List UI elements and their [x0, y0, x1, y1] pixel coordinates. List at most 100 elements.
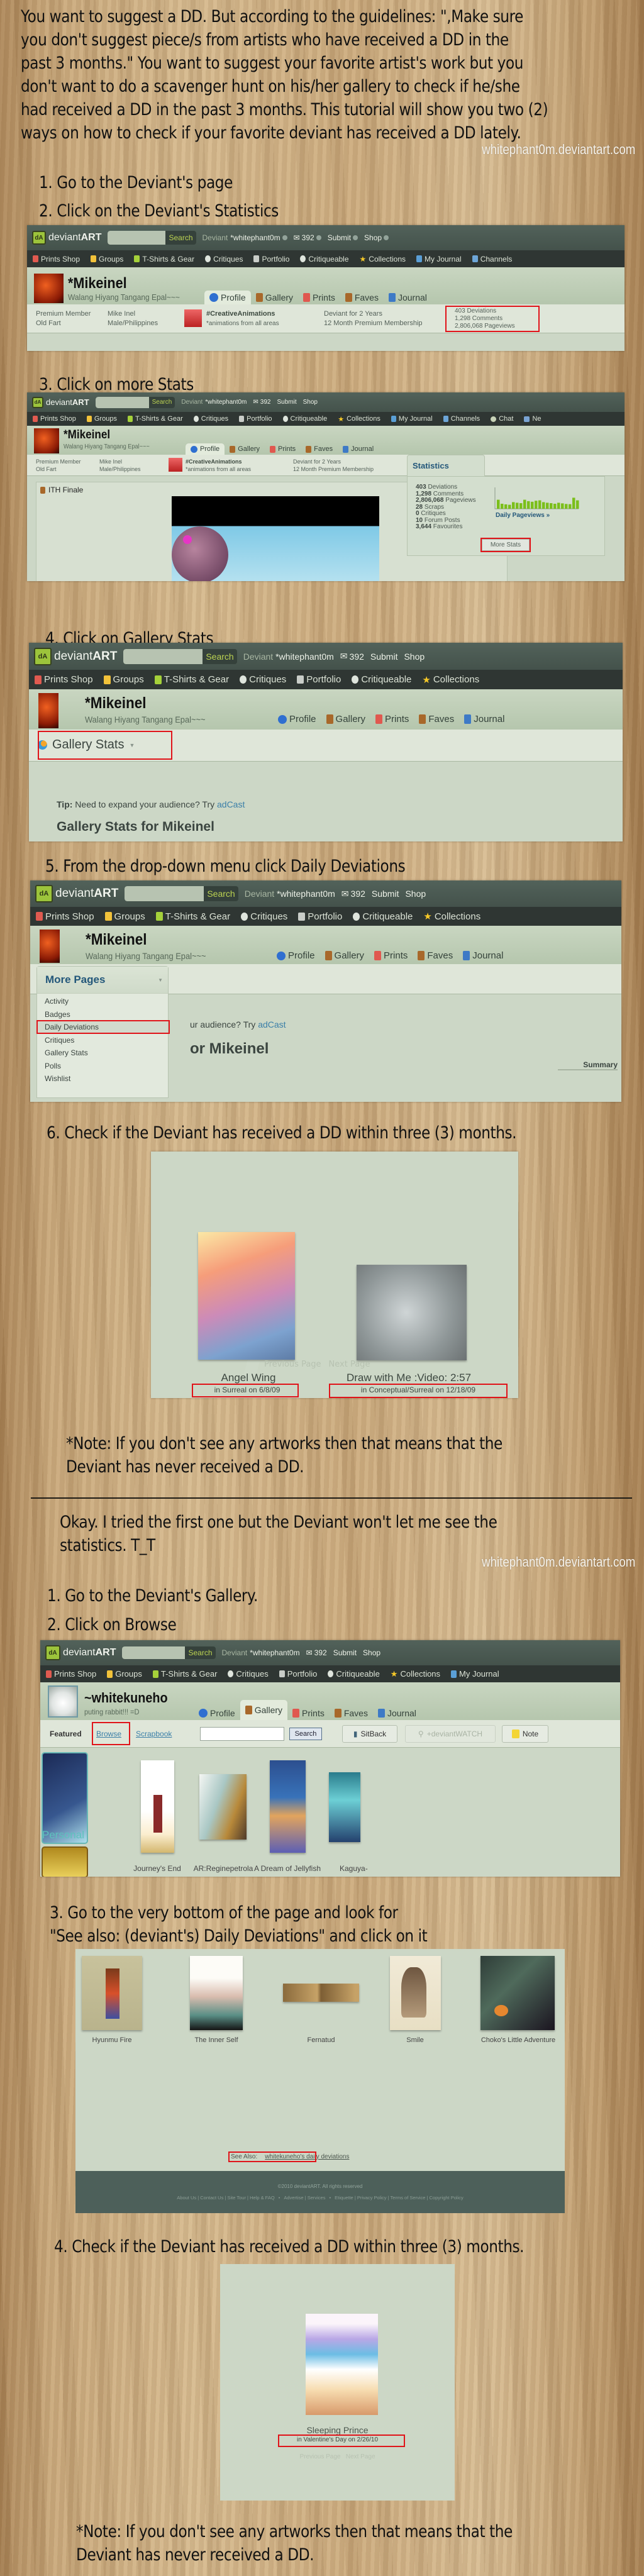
- search-button[interactable]: Search: [185, 1648, 215, 1657]
- deviation-title[interactable]: Sleeping Prince: [220, 2425, 455, 2435]
- menu-item-wishlist[interactable]: Wishlist: [37, 1072, 168, 1085]
- nav-groups[interactable]: Groups: [103, 674, 144, 685]
- user-info-dropdown[interactable]: Mike Inel Male/Philippines: [108, 309, 158, 328]
- nav-tshirts[interactable]: T-Shirts & Gear: [155, 911, 230, 922]
- avatar[interactable]: [34, 274, 64, 303]
- tab-journal[interactable]: Journal: [459, 712, 509, 726]
- footer-link[interactable]: About Us: [177, 2195, 196, 2201]
- nav-groups[interactable]: Groups: [86, 415, 117, 423]
- next-page-link[interactable]: Next Page: [346, 2453, 375, 2460]
- tab-faves[interactable]: Faves: [301, 443, 338, 455]
- nav-prints-shop[interactable]: Prints Shop: [33, 415, 76, 423]
- user-menu[interactable]: *whitephant0m: [230, 233, 287, 242]
- deviation-title[interactable]: Kaguya-: [340, 1864, 377, 1873]
- tab-gallery[interactable]: Gallery: [320, 948, 370, 963]
- deviation-thumbnail[interactable]: [270, 1760, 306, 1853]
- featured-image[interactable]: [172, 496, 379, 581]
- nav-portfolio[interactable]: Portfolio: [279, 1669, 317, 1679]
- nav-portfolio[interactable]: Portfolio: [239, 415, 272, 423]
- nav-critiqueable[interactable]: Critiqueable: [352, 674, 411, 685]
- deviation-thumbnail[interactable]: [329, 1772, 360, 1842]
- deviantart-logo[interactable]: dA deviantART: [34, 647, 117, 665]
- search-input[interactable]: [122, 1646, 186, 1659]
- nav-collections[interactable]: ★ Collections: [338, 415, 380, 423]
- deviantart-logo[interactable]: dA deviantART: [35, 885, 118, 902]
- tab-gallery[interactable]: Gallery: [225, 443, 265, 455]
- submit-menu[interactable]: Submit: [277, 399, 296, 406]
- user-info-dropdown[interactable]: Mike Inel Male/Philippines: [99, 458, 141, 473]
- profile-username[interactable]: *Mikeinel: [85, 694, 147, 713]
- sitback-button[interactable]: ▮ SitBack: [342, 1725, 397, 1743]
- nav-critiques[interactable]: Critiques: [205, 255, 243, 264]
- nav-prints-shop[interactable]: Prints Shop: [35, 674, 93, 685]
- deviation-thumbnail[interactable]: [141, 1760, 174, 1853]
- messages-menu[interactable]: ✉ 392: [340, 651, 364, 662]
- deviation-thumbnail[interactable]: [357, 1265, 467, 1360]
- tab-journal[interactable]: Journal: [338, 443, 379, 455]
- nav-my-journal[interactable]: My Journal: [416, 255, 462, 264]
- footer-link[interactable]: Copyright Policy: [430, 2195, 464, 2201]
- nav-critiqueable[interactable]: Critiqueable: [353, 911, 413, 922]
- tab-journal[interactable]: Journal: [373, 1706, 421, 1720]
- search-input[interactable]: [108, 231, 166, 245]
- nav-tshirts[interactable]: T-Shirts & Gear: [152, 1669, 217, 1679]
- more-pages-toggle[interactable]: More Pages ▼: [37, 967, 168, 994]
- search-input[interactable]: [125, 886, 204, 901]
- profile-username[interactable]: *Mikeinel: [86, 931, 147, 949]
- nav-news[interactable]: Ne: [524, 415, 541, 423]
- membership-dropdown[interactable]: Deviant for 2 Years 12 Month Premium Mem…: [324, 309, 423, 328]
- menu-item-badges[interactable]: Badges: [37, 1008, 168, 1021]
- messages-menu[interactable]: ✉ 392: [253, 399, 270, 406]
- shop-menu[interactable]: Shop: [303, 399, 318, 406]
- deviantart-logo[interactable]: dA deviantART: [45, 1645, 116, 1660]
- avatar[interactable]: [38, 693, 58, 728]
- tab-journal[interactable]: Journal: [458, 948, 508, 963]
- deviation-thumbnail[interactable]: [199, 1774, 247, 1840]
- submit-menu[interactable]: Submit: [328, 233, 358, 242]
- group-dropdown[interactable]: #CreativeAnimations *animations from all…: [206, 309, 279, 328]
- menu-item-critiques[interactable]: Critiques: [37, 1034, 168, 1047]
- nav-channels[interactable]: Channels: [472, 255, 512, 264]
- deviation-title[interactable]: Angel Wing: [189, 1372, 308, 1384]
- tab-profile[interactable]: Profile: [186, 443, 225, 455]
- deviantart-logo[interactable]: dA deviantART: [32, 396, 89, 408]
- nav-my-journal[interactable]: My Journal: [391, 415, 433, 423]
- menu-item-polls[interactable]: Polls: [37, 1060, 168, 1073]
- footer-link[interactable]: Advertise: [284, 2195, 303, 2201]
- nav-my-journal[interactable]: My Journal: [451, 1669, 499, 1679]
- deviation-title[interactable]: Draw with Me :Video: 2:57: [318, 1372, 500, 1384]
- featured-title[interactable]: ITH Finale: [48, 486, 83, 494]
- nav-collections[interactable]: ★ Collections: [423, 911, 480, 923]
- submit-menu[interactable]: Submit: [333, 1648, 357, 1657]
- avatar[interactable]: [40, 930, 60, 963]
- search-button[interactable]: Search: [204, 889, 238, 899]
- deviation-thumbnail[interactable]: [480, 1956, 555, 2030]
- search-button[interactable]: Search: [165, 233, 196, 242]
- statistics-tab[interactable]: Statistics: [407, 455, 485, 476]
- adcast-link[interactable]: adCast: [258, 1019, 286, 1030]
- nav-groups[interactable]: Groups: [91, 255, 123, 264]
- tab-profile[interactable]: Profile: [194, 1706, 240, 1720]
- shop-menu[interactable]: Shop: [405, 889, 426, 899]
- nav-critiqueable[interactable]: Critiqueable: [328, 1669, 380, 1679]
- scrapbook-link[interactable]: Scrapbook: [136, 1729, 172, 1738]
- tab-prints[interactable]: Prints: [370, 712, 414, 726]
- nav-collections[interactable]: ★ Collections: [391, 1669, 440, 1679]
- deviation-title[interactable]: Choko's Little Adventure: [474, 2036, 562, 2044]
- tab-faves[interactable]: Faves: [340, 291, 384, 304]
- search-input[interactable]: [123, 648, 203, 664]
- nav-groups[interactable]: Groups: [104, 911, 145, 922]
- profile-username[interactable]: *Mikeinel: [68, 275, 127, 292]
- tab-faves[interactable]: Faves: [414, 712, 459, 726]
- footer-link[interactable]: Terms of Service: [391, 2195, 426, 2201]
- nav-tshirts[interactable]: T-Shirts & Gear: [134, 255, 194, 264]
- featured-link[interactable]: Featured: [50, 1729, 82, 1738]
- previous-page-link[interactable]: Previous Page: [299, 2453, 340, 2460]
- tab-prints[interactable]: Prints: [287, 1706, 330, 1720]
- tab-prints[interactable]: Prints: [298, 291, 340, 304]
- user-menu[interactable]: *whitephant0m: [250, 1648, 299, 1657]
- nav-prints-shop[interactable]: Prints Shop: [33, 255, 80, 264]
- submit-menu[interactable]: Submit: [372, 889, 399, 899]
- nav-critiques[interactable]: Critiques: [193, 415, 228, 423]
- deviation-title[interactable]: A Dream of Jellyfish: [247, 1864, 328, 1873]
